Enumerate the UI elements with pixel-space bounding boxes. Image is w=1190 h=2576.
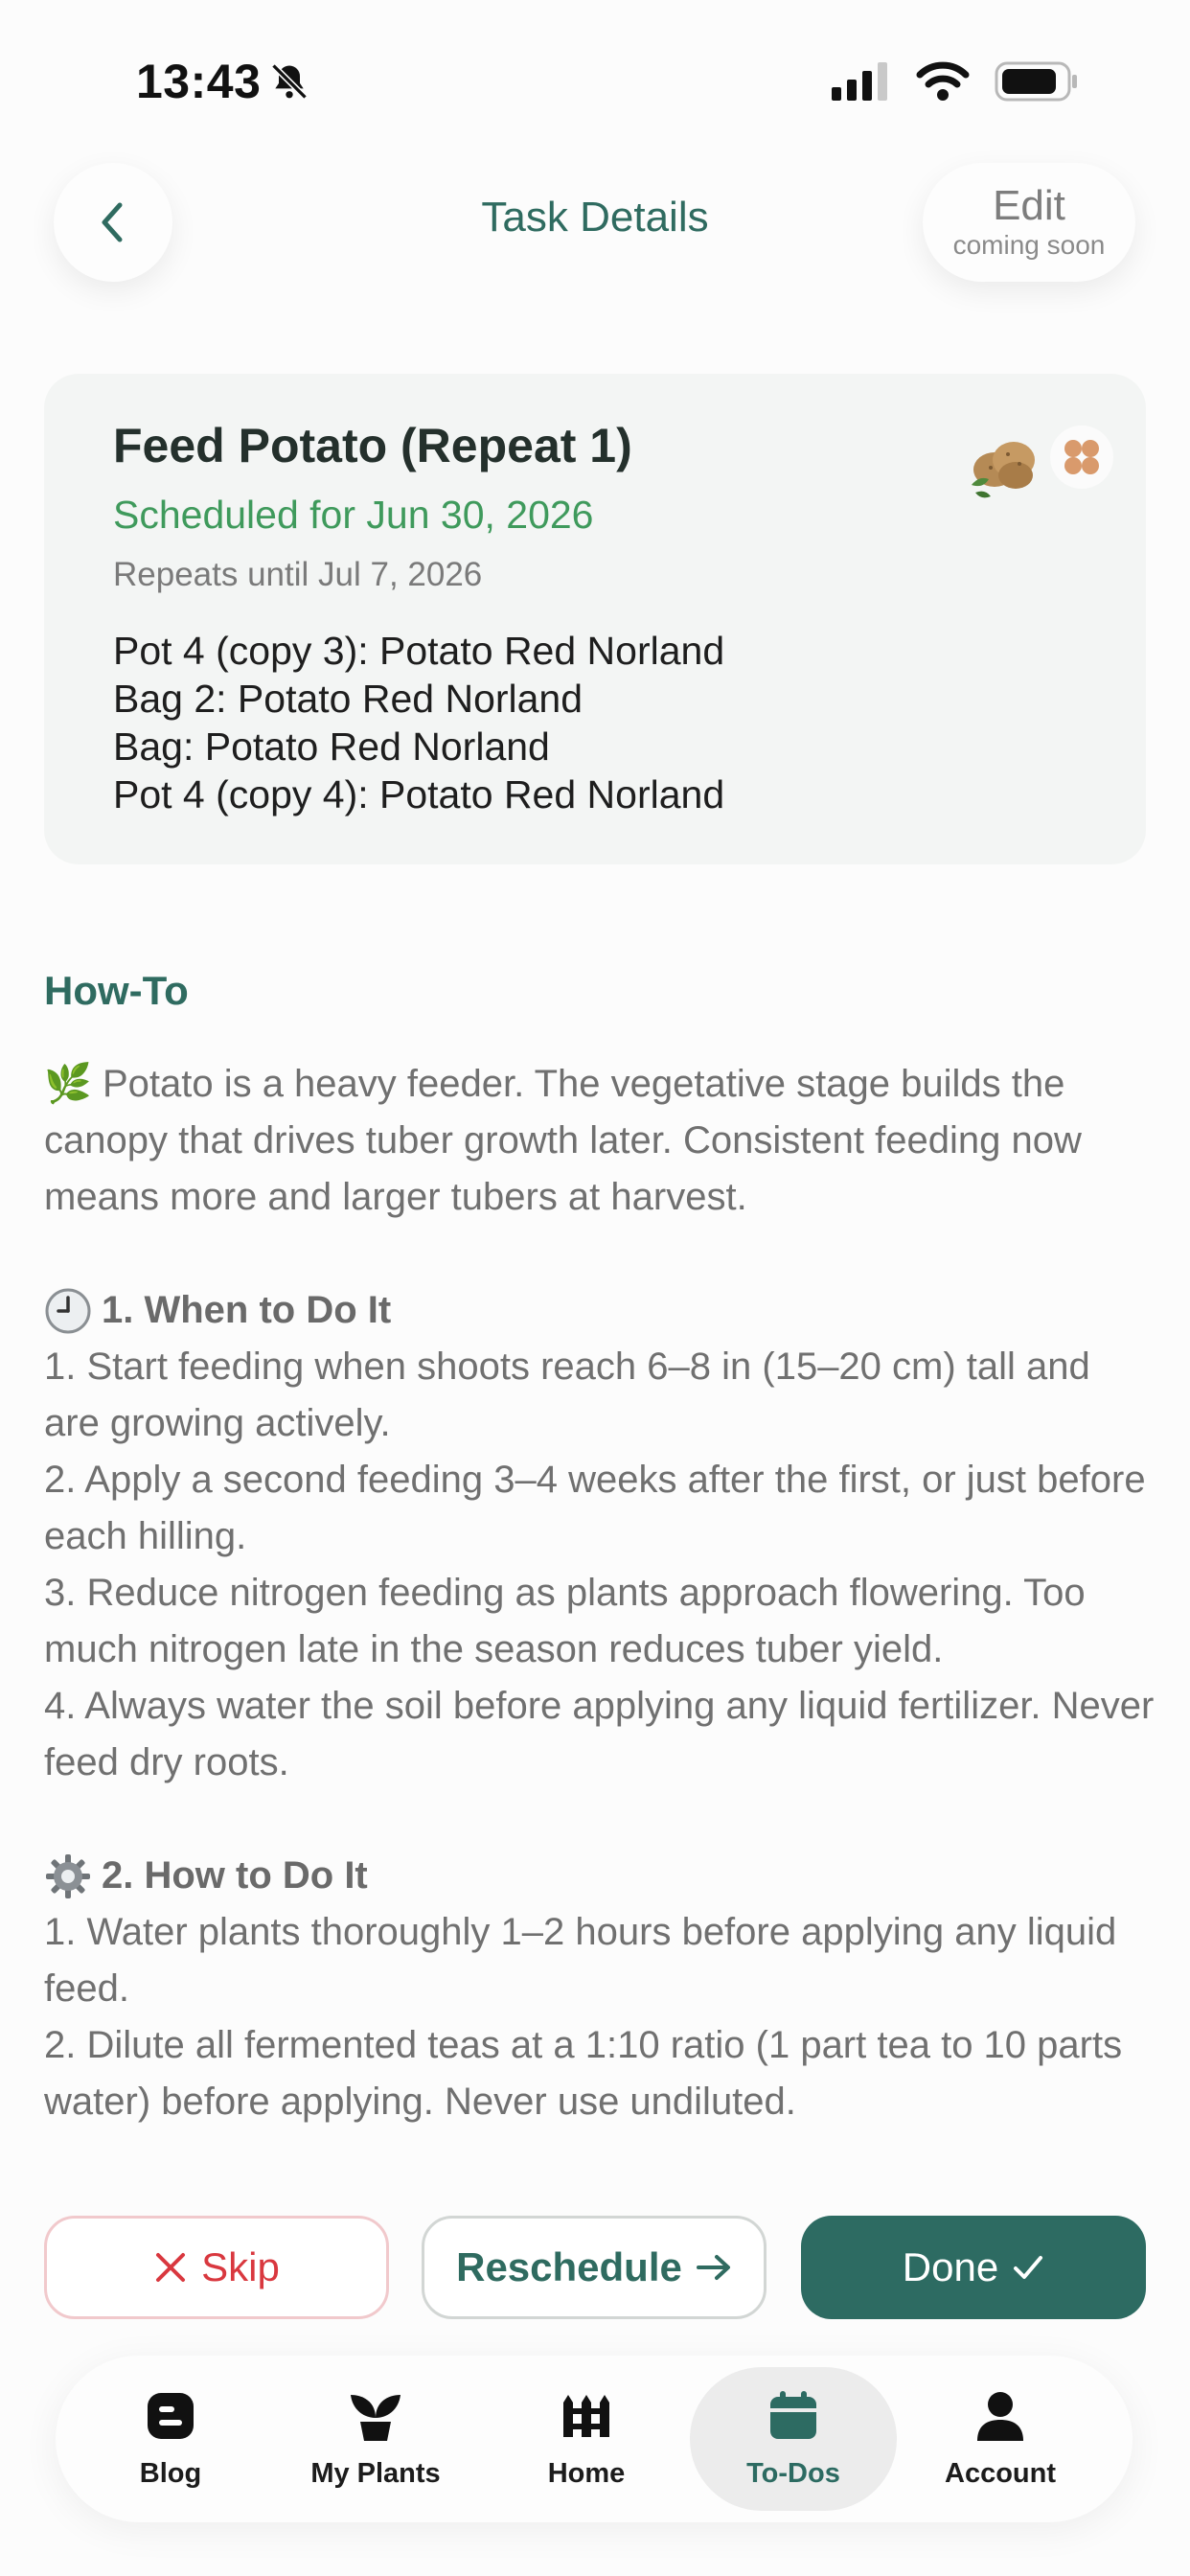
task-card: Feed Potato (Repeat 1) Scheduled for Jun… — [44, 374, 1146, 864]
when-item: 1. Start feeding when shoots reach 6–8 i… — [44, 1346, 1090, 1444]
reschedule-button[interactable]: Reschedule — [422, 2216, 767, 2319]
nav-item-blog[interactable]: Blog — [67, 2367, 274, 2511]
howto-intro-text: Potato is a heavy feeder. The vegetative… — [44, 1063, 1082, 1218]
skip-button[interactable]: Skip — [44, 2216, 389, 2319]
status-time: 13:43 — [136, 54, 310, 109]
wifi-icon — [916, 61, 970, 101]
when-item: 2. Apply a second feeding 3–4 weeks afte… — [44, 1459, 1146, 1557]
clock-icon — [45, 1288, 91, 1333]
howto-intro: 🌿 Potato is a heavy feeder. The vegetati… — [44, 1056, 1156, 1226]
gear-icon — [46, 1853, 90, 1898]
seed-pattern-icon — [1050, 426, 1113, 489]
how-heading: 2. How to Do It — [44, 1848, 1156, 1904]
herb-icon: 🌿 — [44, 1063, 92, 1105]
reschedule-label: Reschedule — [456, 2244, 682, 2289]
arrow-right-icon — [696, 2255, 730, 2280]
how-heading-text: 2. How to Do It — [102, 1854, 368, 1897]
sprout-icon — [351, 2394, 400, 2441]
status-icons — [832, 61, 1079, 102]
nav-item-my-plants[interactable]: My Plants — [272, 2367, 479, 2511]
done-label: Done — [902, 2244, 999, 2289]
bell-muted-icon — [271, 63, 309, 100]
plant-list: Pot 4 (copy 3): Potato Red Norland Bag 2… — [113, 627, 724, 818]
close-icon — [156, 2253, 186, 2282]
nav-item-todos[interactable]: To-Dos — [690, 2367, 897, 2511]
status-bar: 13:43 — [0, 0, 1190, 144]
edit-label: Edit — [993, 182, 1065, 229]
nav-item-account[interactable]: Account — [897, 2367, 1104, 2511]
when-item: 3. Reduce nitrogen feeding as plants app… — [44, 1572, 1086, 1670]
how-item: 2. Dilute all fermented teas at a 1:10 r… — [44, 2024, 1123, 2123]
skip-label: Skip — [201, 2244, 280, 2289]
plant-list-item: Pot 4 (copy 4): Potato Red Norland — [113, 772, 725, 816]
bottom-nav: Blog My Plants Home To-Dos Account — [56, 2356, 1133, 2522]
potato-icon — [972, 442, 1035, 498]
task-title: Feed Potato (Repeat 1) — [113, 419, 632, 472]
howto-content: 🌿 Potato is a heavy feeder. The vegetati… — [44, 1056, 1156, 2130]
nav-label: Blog — [139, 2457, 202, 2489]
how-item: 1. Water plants thoroughly 1–2 hours bef… — [44, 1911, 1117, 2010]
checkmark-icon — [1014, 2256, 1043, 2279]
when-heading: 1. When to Do It — [44, 1282, 1156, 1339]
task-scheduled-date: Scheduled for Jun 30, 2026 — [113, 493, 594, 537]
calendar-icon — [770, 2390, 816, 2439]
howto-heading: How-To — [44, 968, 189, 1013]
plant-list-item: Pot 4 (copy 3): Potato Red Norland — [113, 629, 725, 673]
edit-coming-soon-label: coming soon — [952, 230, 1106, 260]
when-item: 4. Always water the soil before applying… — [44, 1685, 1155, 1783]
plant-list-item: Bag: Potato Red Norland — [113, 724, 550, 769]
fence-icon — [563, 2394, 609, 2437]
done-button[interactable]: Done — [801, 2216, 1146, 2319]
battery-icon — [995, 61, 1077, 102]
nav-label: Home — [547, 2457, 626, 2489]
plant-list-item: Bag 2: Potato Red Norland — [113, 677, 584, 721]
nav-label: My Plants — [310, 2457, 441, 2489]
nav-item-home[interactable]: Home — [483, 2367, 690, 2511]
clock-text: 13:43 — [136, 55, 262, 108]
nav-label: To-Dos — [746, 2457, 840, 2489]
person-icon — [977, 2391, 1023, 2441]
cellular-signal-icon — [832, 62, 887, 101]
task-repeat-until: Repeats until Jul 7, 2026 — [113, 556, 483, 593]
blog-icon — [148, 2392, 194, 2439]
action-bar: Skip Reschedule Done — [0, 2185, 1190, 2358]
nav-label: Account — [945, 2457, 1056, 2489]
when-heading-text: 1. When to Do It — [102, 1289, 392, 1331]
edit-button[interactable]: Edit coming soon — [923, 163, 1135, 282]
